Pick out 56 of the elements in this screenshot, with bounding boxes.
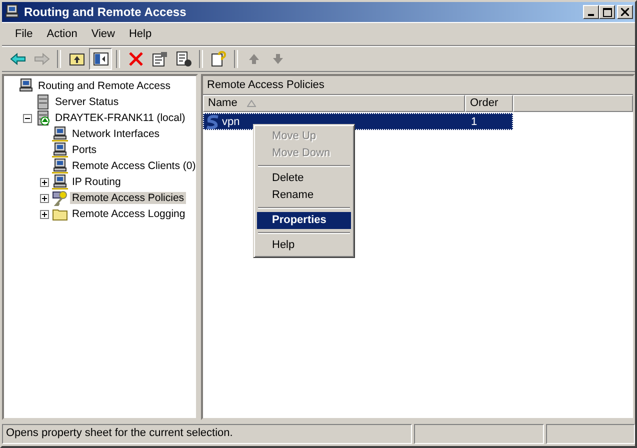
plus-icon	[40, 194, 49, 202]
tree-item[interactable]: IP Routing	[70, 176, 123, 188]
tree-item[interactable]: Ports	[70, 144, 99, 156]
tree-item[interactable]: DRAYTEK-FRANK11 (local)	[53, 112, 188, 124]
computer-icon	[52, 174, 68, 190]
window-title: Routing and Remote Access	[24, 5, 188, 19]
menu-item[interactable]: Action	[40, 28, 84, 40]
menu-item[interactable]: View	[84, 28, 122, 40]
computer-icon	[52, 142, 68, 158]
computer-icon	[52, 158, 68, 174]
key-icon	[52, 190, 68, 206]
sort-arrow-icon	[247, 100, 256, 107]
table-cell: 1	[471, 116, 478, 128]
help-icon	[210, 51, 226, 67]
tree-item[interactable]: Remote Access Logging	[70, 208, 188, 220]
menu-item[interactable]: Help	[122, 28, 159, 40]
tree-item[interactable]: Routing and Remote Access	[36, 80, 172, 92]
computer-icon	[4, 4, 20, 20]
computer-icon	[52, 126, 68, 142]
menu-item[interactable]: Help	[257, 237, 351, 254]
minimize-button[interactable]	[583, 5, 599, 19]
menu-item[interactable]: Delete	[257, 170, 351, 187]
server-icon	[35, 94, 51, 110]
up-folder-icon	[68, 51, 84, 67]
tree-item[interactable]: Remote Access Policies	[70, 192, 186, 204]
forward-arrow-icon	[34, 51, 50, 67]
column-header[interactable]: Order	[465, 95, 513, 112]
menu-item[interactable]: File	[8, 28, 40, 40]
expander[interactable]	[40, 210, 49, 218]
maximize-icon	[602, 8, 612, 16]
close-icon	[621, 8, 629, 16]
expander[interactable]	[40, 178, 49, 186]
close-button[interactable]	[617, 5, 633, 19]
back-arrow-icon	[10, 51, 26, 67]
panes-icon	[92, 51, 108, 67]
toolbar-button[interactable]	[89, 48, 112, 70]
column-header[interactable]: Name	[203, 95, 465, 112]
tree-item[interactable]: Remote Access Clients (0)	[70, 160, 198, 172]
properties-icon	[152, 51, 168, 67]
delete-icon	[128, 51, 144, 67]
export-list-icon	[176, 51, 192, 67]
table-cell: vpn	[222, 116, 240, 128]
expander[interactable]	[23, 114, 32, 122]
tree-item[interactable]: Network Interfaces	[70, 128, 162, 140]
policy-icon	[206, 114, 220, 128]
plus-icon	[40, 210, 49, 218]
tree-item[interactable]: Server Status	[53, 96, 121, 108]
expander[interactable]	[40, 194, 49, 202]
status-text: Opens property sheet for the current selection.	[2, 424, 412, 444]
server-icon	[35, 110, 51, 126]
menu-item[interactable]: Properties	[257, 212, 351, 229]
column-header[interactable]	[513, 95, 633, 112]
maximize-button[interactable]	[599, 5, 615, 19]
computer-icon	[18, 78, 34, 94]
menu-item[interactable]: Rename	[257, 187, 351, 204]
plus-icon	[40, 178, 49, 186]
